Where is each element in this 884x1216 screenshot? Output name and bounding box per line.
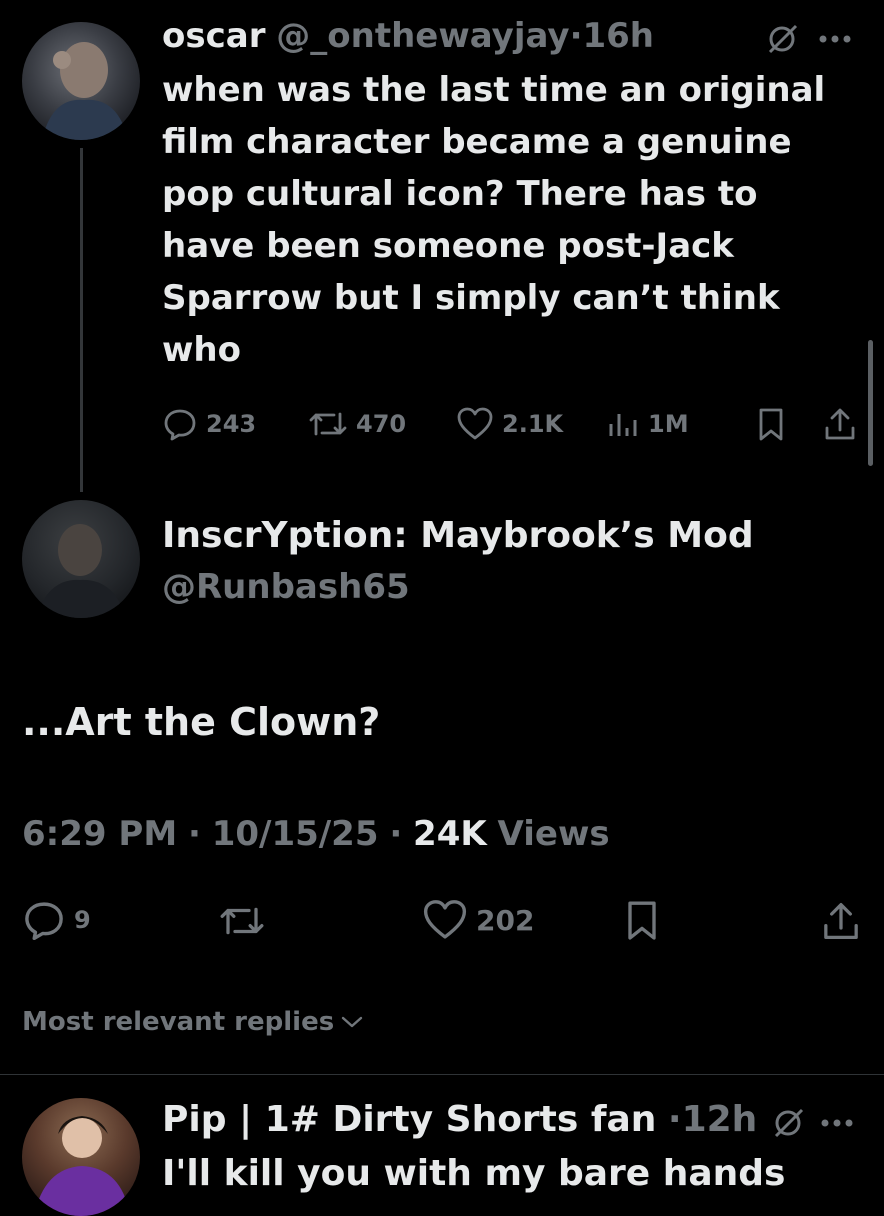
views-label: Views bbox=[497, 814, 610, 854]
repost-count: 470 bbox=[356, 410, 407, 438]
avatar[interactable] bbox=[22, 1098, 140, 1216]
like-button[interactable]: 2.1K bbox=[456, 406, 563, 442]
like-count: 202 bbox=[476, 903, 535, 937]
bookmark-icon[interactable] bbox=[624, 898, 660, 942]
heart-icon bbox=[456, 406, 494, 442]
repost-icon bbox=[218, 900, 266, 942]
replies-filter-dropdown[interactable]: Most relevant replies bbox=[22, 1004, 364, 1040]
separator: · bbox=[389, 814, 403, 854]
reply-button[interactable]: 243 bbox=[162, 406, 256, 442]
reply-count: 9 bbox=[74, 906, 91, 934]
separator: · bbox=[187, 814, 201, 854]
parent-tweet-header: oscar @_onthewayjay·16h bbox=[162, 14, 654, 58]
more-options-icon[interactable] bbox=[818, 34, 852, 44]
reply-count: 243 bbox=[206, 410, 257, 438]
share-icon[interactable] bbox=[822, 406, 858, 442]
scrollbar[interactable] bbox=[868, 340, 873, 466]
repost-button[interactable]: 470 bbox=[308, 406, 406, 442]
avatar[interactable] bbox=[22, 22, 140, 140]
timestamp[interactable]: 6:29 PM bbox=[22, 814, 177, 854]
display-name[interactable]: Pip | 1# Dirty Shorts fan bbox=[162, 1099, 656, 1140]
date[interactable]: 10/15/25 bbox=[212, 814, 379, 854]
handle[interactable]: @_onthewayjay bbox=[276, 16, 569, 56]
views-count[interactable]: 24K bbox=[413, 814, 487, 854]
tweet-meta: 6:29 PM · 10/15/25 · 24K Views bbox=[22, 810, 610, 858]
replies-filter-label: Most relevant replies bbox=[22, 1007, 335, 1037]
display-name[interactable]: InscrYption: Maybrook’s Mod bbox=[162, 512, 754, 560]
bookmark-icon[interactable] bbox=[756, 406, 786, 442]
avatar[interactable] bbox=[22, 500, 140, 618]
reply-icon bbox=[22, 898, 66, 942]
handle[interactable]: @Runbash65 bbox=[162, 564, 410, 610]
display-name[interactable]: oscar bbox=[162, 16, 265, 56]
tweet-text: I'll kill you with my bare hands bbox=[162, 1153, 786, 1194]
more-options-icon[interactable] bbox=[820, 1118, 854, 1128]
separator: · bbox=[569, 16, 583, 56]
timestamp[interactable]: 16h bbox=[582, 16, 654, 56]
divider bbox=[0, 1074, 884, 1075]
tweet-text: ...Art the Clown? bbox=[22, 700, 381, 744]
reply-tweet-header: Pip | 1# Dirty Shorts fan ·12h bbox=[162, 1096, 757, 1144]
like-button[interactable]: 202 bbox=[422, 898, 534, 942]
timestamp[interactable]: 12h bbox=[682, 1099, 758, 1140]
repost-icon bbox=[308, 406, 348, 442]
views-count: 1M bbox=[648, 410, 689, 438]
repost-button[interactable] bbox=[218, 900, 266, 942]
heart-icon bbox=[422, 898, 468, 942]
grok-icon[interactable] bbox=[772, 1106, 806, 1140]
thread-line bbox=[80, 148, 83, 492]
tweet-text: when was the last time an original film … bbox=[162, 70, 826, 370]
separator: · bbox=[667, 1099, 682, 1140]
grok-icon[interactable] bbox=[766, 22, 800, 56]
analytics-icon bbox=[606, 406, 640, 442]
reply-icon bbox=[162, 406, 198, 442]
share-icon[interactable] bbox=[820, 900, 862, 942]
like-count: 2.1K bbox=[502, 410, 564, 438]
chevron-down-icon bbox=[340, 1014, 364, 1030]
reply-button[interactable]: 9 bbox=[22, 898, 91, 942]
views-button[interactable]: 1M bbox=[606, 406, 689, 442]
